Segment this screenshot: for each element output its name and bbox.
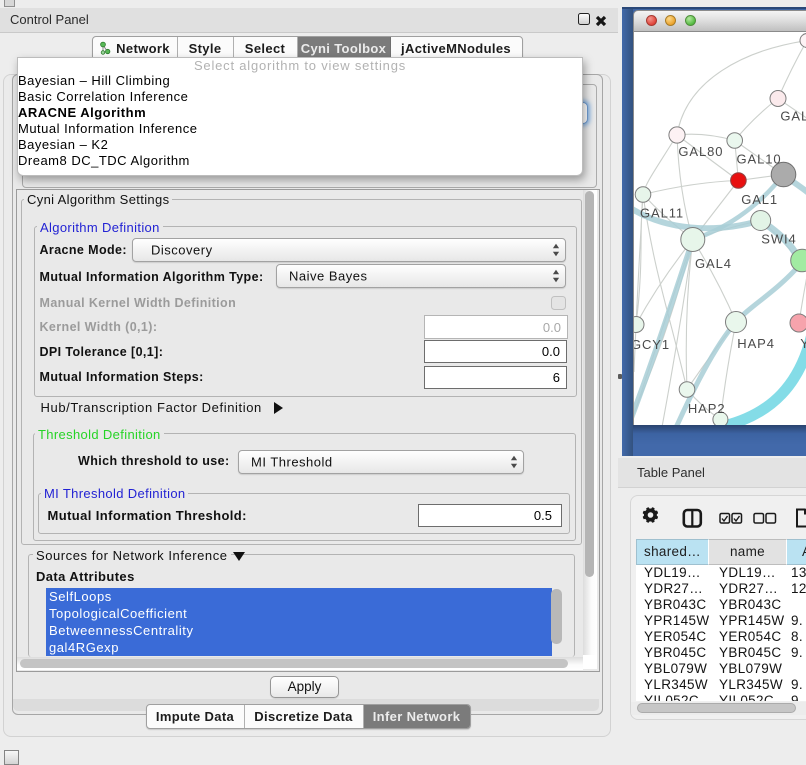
svg-text:GAL11: GAL11 bbox=[640, 205, 684, 220]
svg-text:GAL8: GAL8 bbox=[780, 108, 806, 123]
svg-text:GCY1: GCY1 bbox=[634, 337, 670, 352]
svg-text:GAL4: GAL4 bbox=[695, 255, 732, 270]
svg-text:GAL1: GAL1 bbox=[741, 192, 778, 207]
svg-text:GAL10: GAL10 bbox=[737, 151, 782, 166]
svg-text:HAP4: HAP4 bbox=[737, 335, 775, 350]
svg-text:SWI4: SWI4 bbox=[761, 231, 796, 246]
svg-text:GAL80: GAL80 bbox=[678, 144, 723, 159]
svg-text:HAP2: HAP2 bbox=[688, 401, 726, 416]
svg-text:Y: Y bbox=[800, 335, 806, 350]
